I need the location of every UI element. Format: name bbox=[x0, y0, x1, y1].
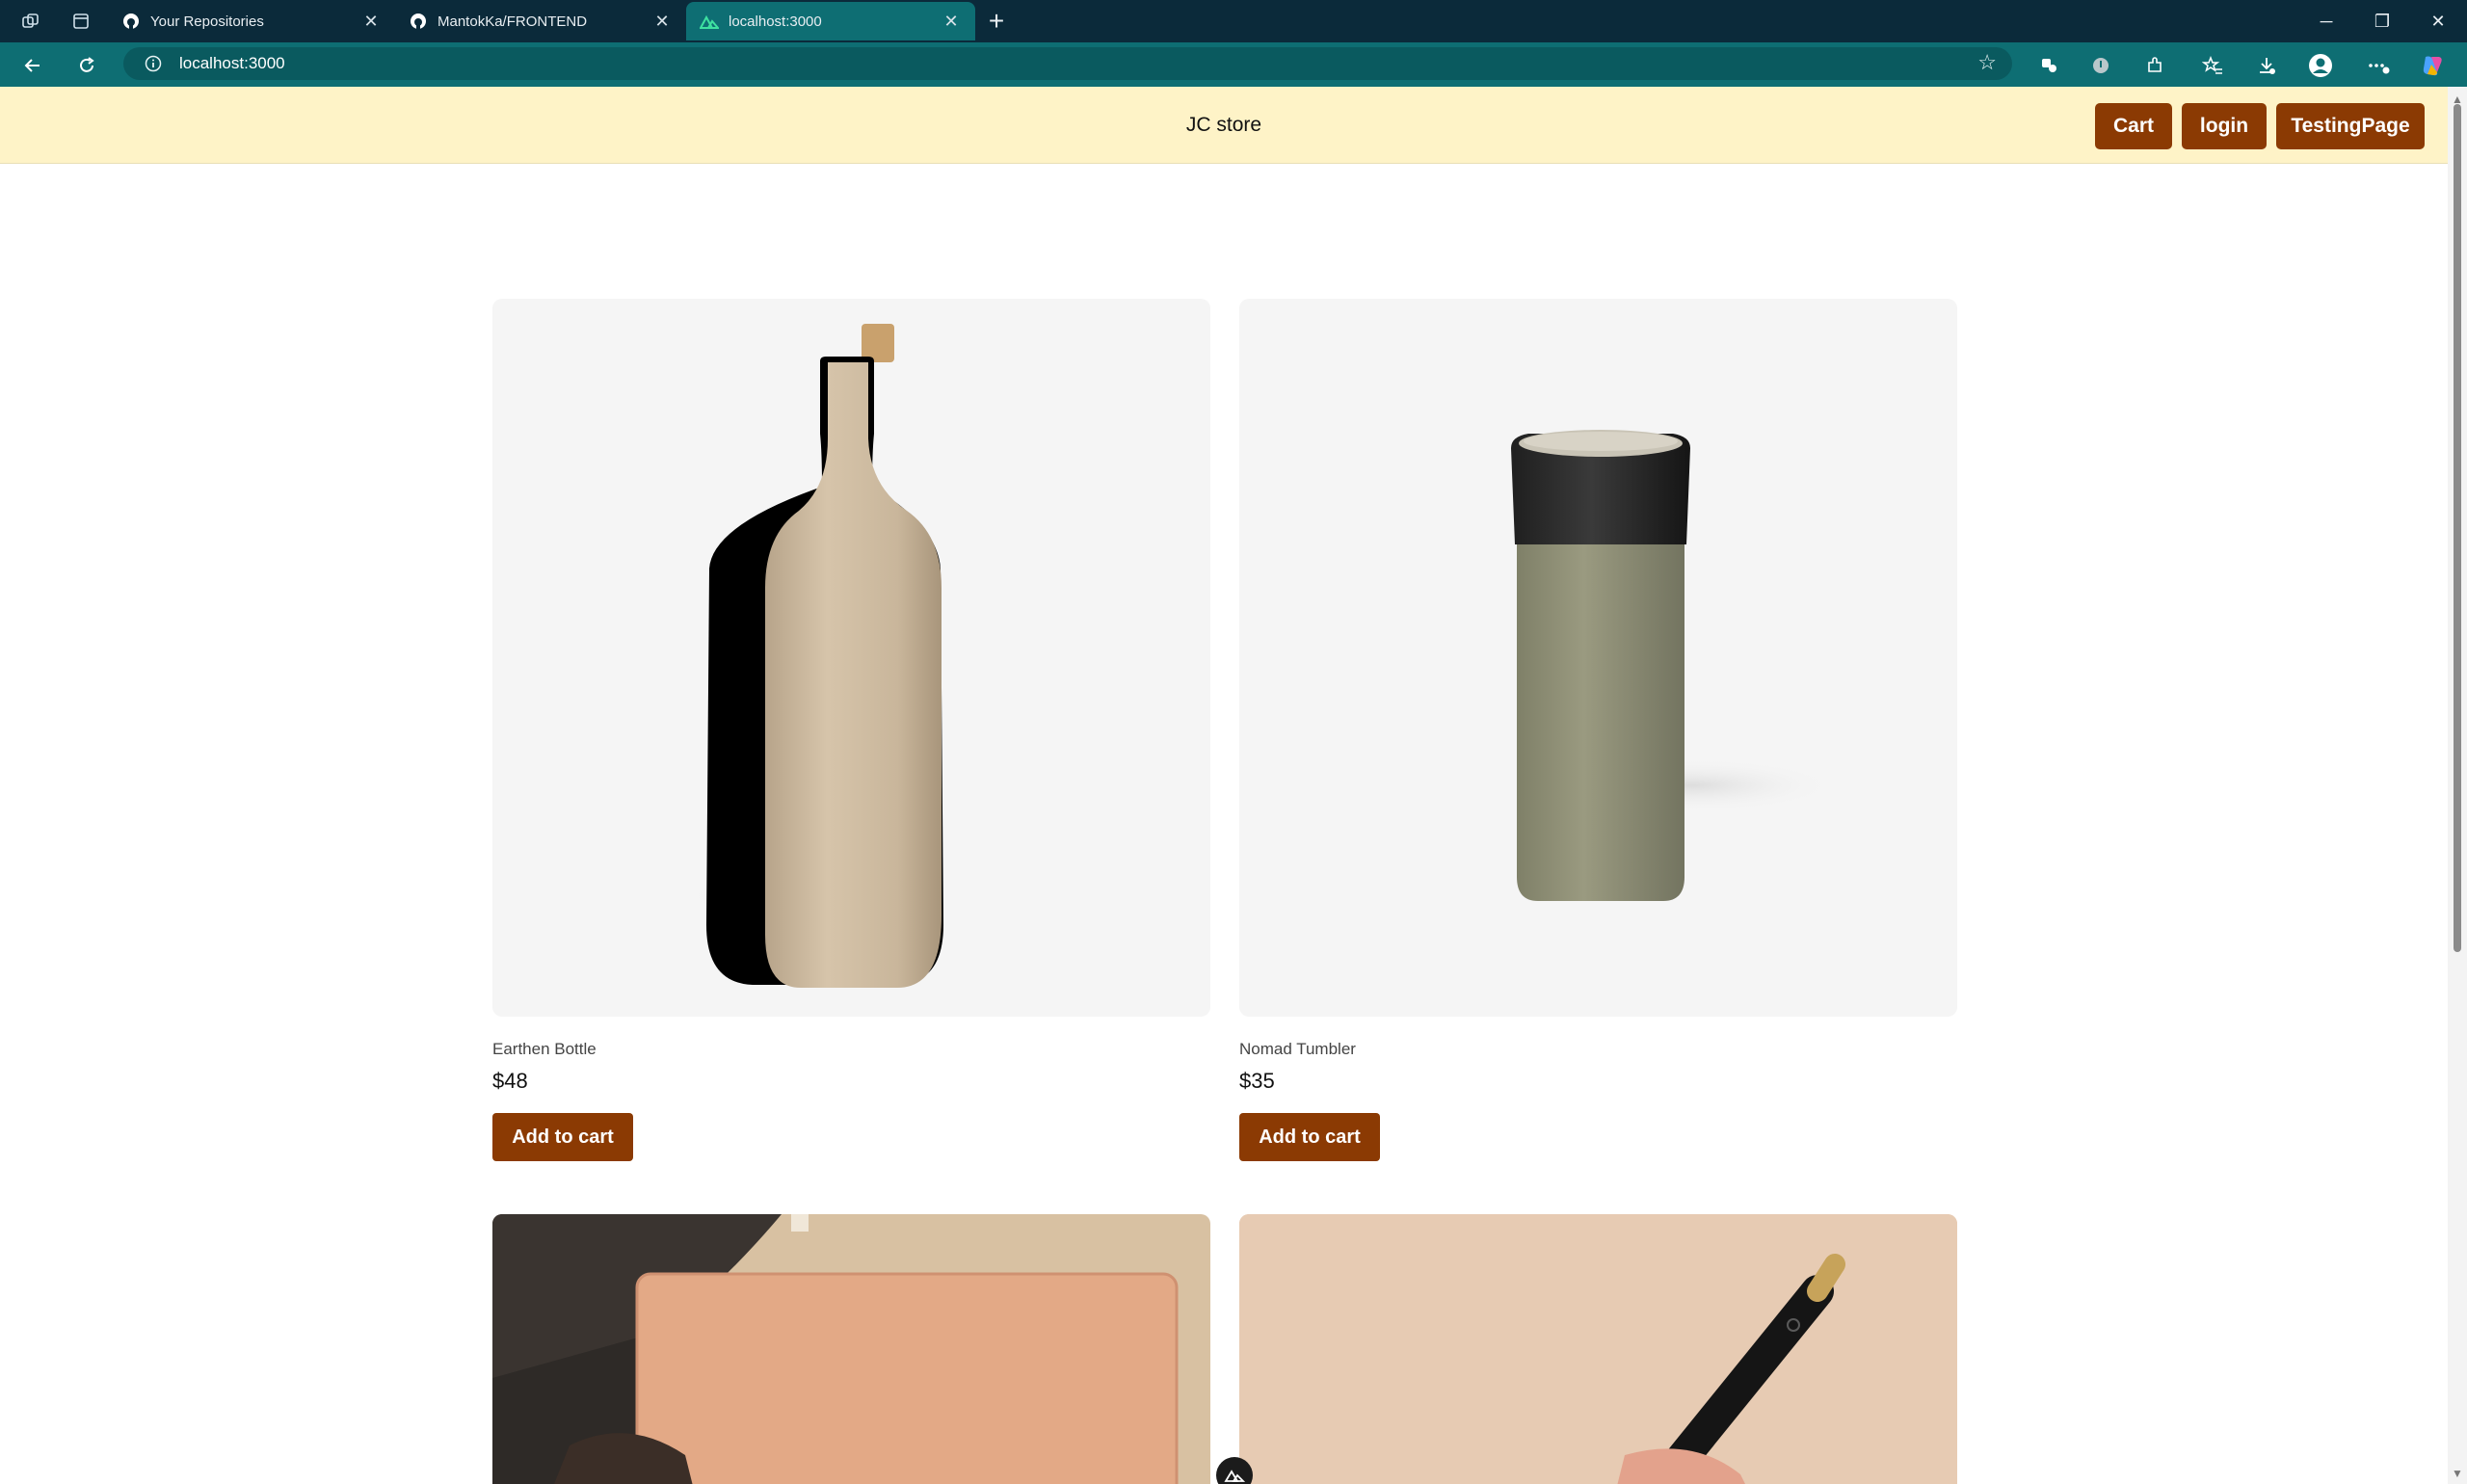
product-card[interactable]: Nomad Tumbler $35 Add to cart bbox=[1239, 299, 1957, 1161]
tab-your-repositories[interactable]: Your Repositories ✕ bbox=[108, 2, 395, 40]
tab-actions-icon[interactable] bbox=[67, 8, 94, 35]
product-image-earthen-bottle[interactable] bbox=[492, 299, 1210, 1017]
product-image-nomad-tumbler[interactable] bbox=[1239, 299, 1957, 1017]
close-tab-icon[interactable]: ✕ bbox=[941, 11, 962, 32]
product-price: $48 bbox=[492, 1069, 528, 1093]
refresh-icon[interactable] bbox=[71, 50, 102, 81]
downloads-icon[interactable] bbox=[2251, 50, 2282, 81]
page-scrollbar[interactable]: ▲ ▼ bbox=[2448, 87, 2467, 1484]
product-price: $35 bbox=[1239, 1069, 1275, 1093]
add-to-cart-button[interactable]: Add to cart bbox=[492, 1113, 633, 1161]
shield-extension-icon[interactable] bbox=[2085, 50, 2116, 81]
favorites-icon[interactable] bbox=[2197, 50, 2228, 81]
cart-button[interactable]: Cart bbox=[2095, 103, 2172, 149]
restore-icon[interactable]: ❐ bbox=[2359, 4, 2405, 39]
product-name: Earthen Bottle bbox=[492, 1040, 597, 1058]
tab-title: localhost:3000 bbox=[729, 13, 822, 30]
tab-title: Your Repositories bbox=[150, 13, 264, 30]
testing-page-button[interactable]: TestingPage bbox=[2276, 103, 2425, 149]
favorite-star-icon[interactable]: ☆ bbox=[1977, 50, 1997, 75]
close-tab-icon[interactable]: ✕ bbox=[651, 11, 673, 32]
add-to-cart-button[interactable]: Add to cart bbox=[1239, 1113, 1380, 1161]
login-button[interactable]: login bbox=[2182, 103, 2267, 149]
github-icon bbox=[121, 12, 141, 31]
tab-localhost[interactable]: localhost:3000 ✕ bbox=[686, 2, 975, 40]
browser-tab-bar: Your Repositories ✕ MantokKa/FRONTEND ✕ … bbox=[0, 0, 2467, 42]
more-options-icon[interactable] bbox=[2363, 50, 2394, 81]
url-text: localhost:3000 bbox=[179, 54, 285, 72]
nuxt-icon bbox=[700, 12, 719, 31]
new-tab-icon[interactable]: + bbox=[981, 6, 1012, 37]
product-image-machined-pen[interactable] bbox=[1239, 1214, 1957, 1484]
profile-avatar-icon[interactable] bbox=[2305, 50, 2336, 81]
site-header: JC store Cart login TestingPage bbox=[0, 87, 2448, 164]
scroll-down-icon[interactable]: ▼ bbox=[2452, 1467, 2463, 1480]
address-bar[interactable]: localhost:3000 ☆ bbox=[123, 47, 2012, 80]
github-icon bbox=[409, 12, 428, 31]
scrollbar-thumb[interactable] bbox=[2454, 104, 2461, 952]
product-card[interactable]: Earthen Bottle $48 Add to cart bbox=[492, 299, 1210, 1161]
browser-toolbar: localhost:3000 ☆ bbox=[0, 42, 2467, 87]
tab-mantokka-frontend[interactable]: MantokKa/FRONTEND ✕ bbox=[395, 2, 686, 40]
copilot-icon[interactable] bbox=[2417, 50, 2448, 81]
product-image-leather-folio[interactable] bbox=[492, 1214, 1210, 1484]
store-title: JC store bbox=[1185, 114, 1262, 136]
minimize-icon[interactable]: ─ bbox=[2303, 4, 2349, 39]
product-name: Nomad Tumbler bbox=[1239, 1040, 1356, 1058]
extensions-icon[interactable] bbox=[2139, 50, 2170, 81]
close-tab-icon[interactable]: ✕ bbox=[360, 11, 382, 32]
workspaces-icon[interactable] bbox=[17, 8, 44, 35]
back-icon[interactable] bbox=[17, 50, 48, 81]
site-info-icon[interactable] bbox=[137, 55, 170, 72]
close-window-icon[interactable]: ✕ bbox=[2415, 4, 2461, 39]
tab-title: MantokKa/FRONTEND bbox=[438, 13, 588, 30]
copilot-app-icon[interactable] bbox=[2033, 50, 2064, 81]
